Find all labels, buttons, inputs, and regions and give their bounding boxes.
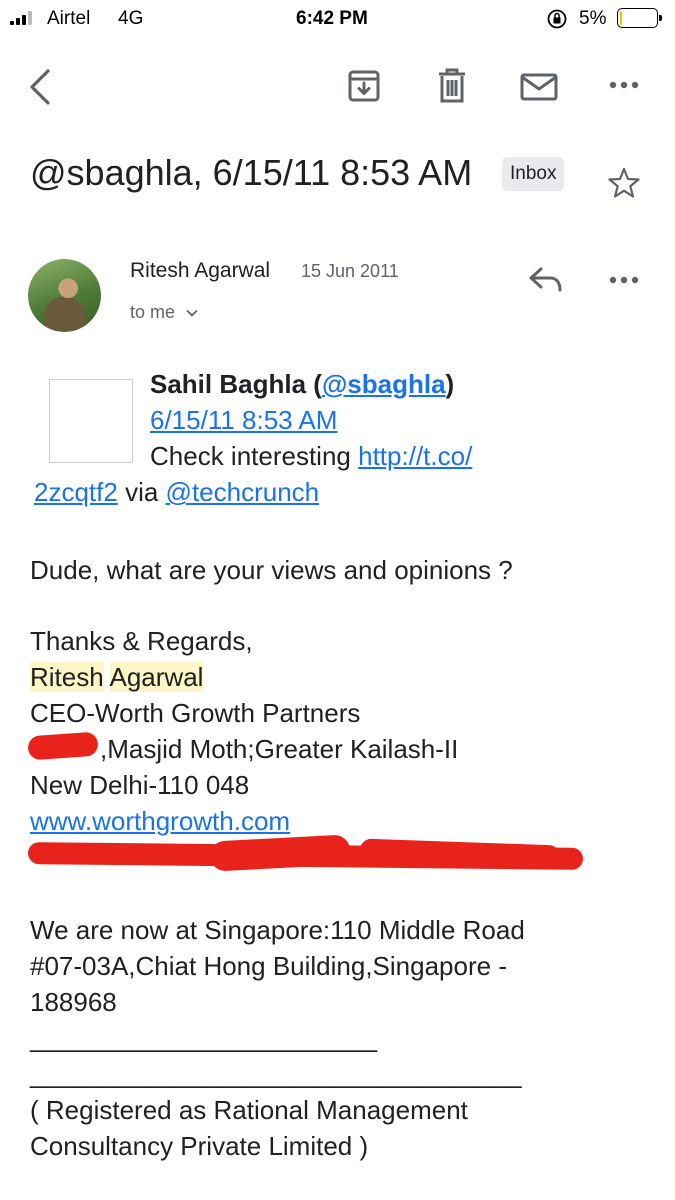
signature-title: CEO-Worth Growth Partners [30,698,361,728]
divider-line-1: ________________________ [30,1023,378,1053]
email-date: 15 Jun 2011 [301,261,399,281]
tweet-link-line: 2zcqtf2 via @techcrunch [34,474,319,510]
redaction-mark [27,731,99,761]
tweet-handle-link[interactable]: @sbaghla [322,369,446,399]
inbox-label-badge[interactable]: Inbox [502,157,565,191]
back-arrow-icon[interactable] [26,68,54,106]
signature-name: Ritesh Agarwal [30,659,204,695]
tweet-text: Check interesting [150,441,351,471]
signature-last-name: Agarwal [109,662,204,692]
tweet-image-placeholder [49,379,133,463]
registered-line2: Consultancy Private Limited ) [30,1131,369,1161]
signal-strength-icon [10,11,34,25]
tweet-link-part1[interactable]: http://t.co/ [358,441,472,471]
archive-icon[interactable] [347,69,381,103]
status-time: 6:42 PM [296,8,368,29]
recipient-text: to me [130,302,176,322]
singapore-line1: We are now at Singapore:110 Middle Road [30,915,525,945]
tweet-author-line: Sahil Baghla (@sbaghla) [150,369,455,399]
battery-icon [617,8,662,28]
recipient-details-toggle[interactable]: to me [130,302,198,323]
registered-line1: ( Registered as Rational Management [30,1095,468,1125]
signature-closing: Thanks & Regards, [30,626,253,656]
email-subject: @sbaghla, 6/15/11 8:53 AM [30,152,473,193]
tweet-via-handle-link[interactable]: @techcrunch [166,477,320,507]
reply-icon[interactable] [528,266,564,294]
network-type: 4G [118,8,144,29]
signature-website-link[interactable]: www.worthgrowth.com [30,806,290,836]
sender-avatar[interactable] [28,259,101,332]
sender-name[interactable]: Ritesh Agarwal [130,259,270,283]
signature-website-line: www.worthgrowth.com [30,803,290,839]
tweet-author: Sahil Baghla [150,369,307,399]
singapore-line2: #07-03A,Chiat Hong Building,Singapore - [30,951,507,981]
signature-address-line2: New Delhi-110 048 [30,770,250,800]
battery-percent: 5% [579,8,607,29]
divider-line-2: __________________________________ [30,1059,522,1089]
message-more-icon[interactable] [608,273,640,287]
tweet-via: via [125,477,159,507]
singapore-line3: 188968 [30,987,117,1017]
more-options-icon[interactable] [608,78,640,92]
chevron-down-icon [186,310,198,318]
star-icon[interactable] [607,166,641,200]
tweet-timestamp[interactable]: 6/15/11 8:53 AM [150,405,337,435]
tweet-text-line: Check interesting http://t.co/ [150,438,472,474]
message-question: Dude, what are your views and opinions ? [30,555,513,585]
mail-icon[interactable] [520,73,558,101]
tweet-link-part2[interactable]: 2zcqtf2 [34,477,118,507]
trash-icon[interactable] [437,68,467,104]
orientation-lock-icon [546,8,568,35]
signature-first-name: Ritesh [30,662,104,692]
tweet-timestamp-link[interactable]: 6/15/11 8:53 AM [150,402,337,438]
signature-address-text: ,Masjid Moth;Greater Kailash-II [100,734,459,764]
carrier-name: Airtel [47,8,91,29]
